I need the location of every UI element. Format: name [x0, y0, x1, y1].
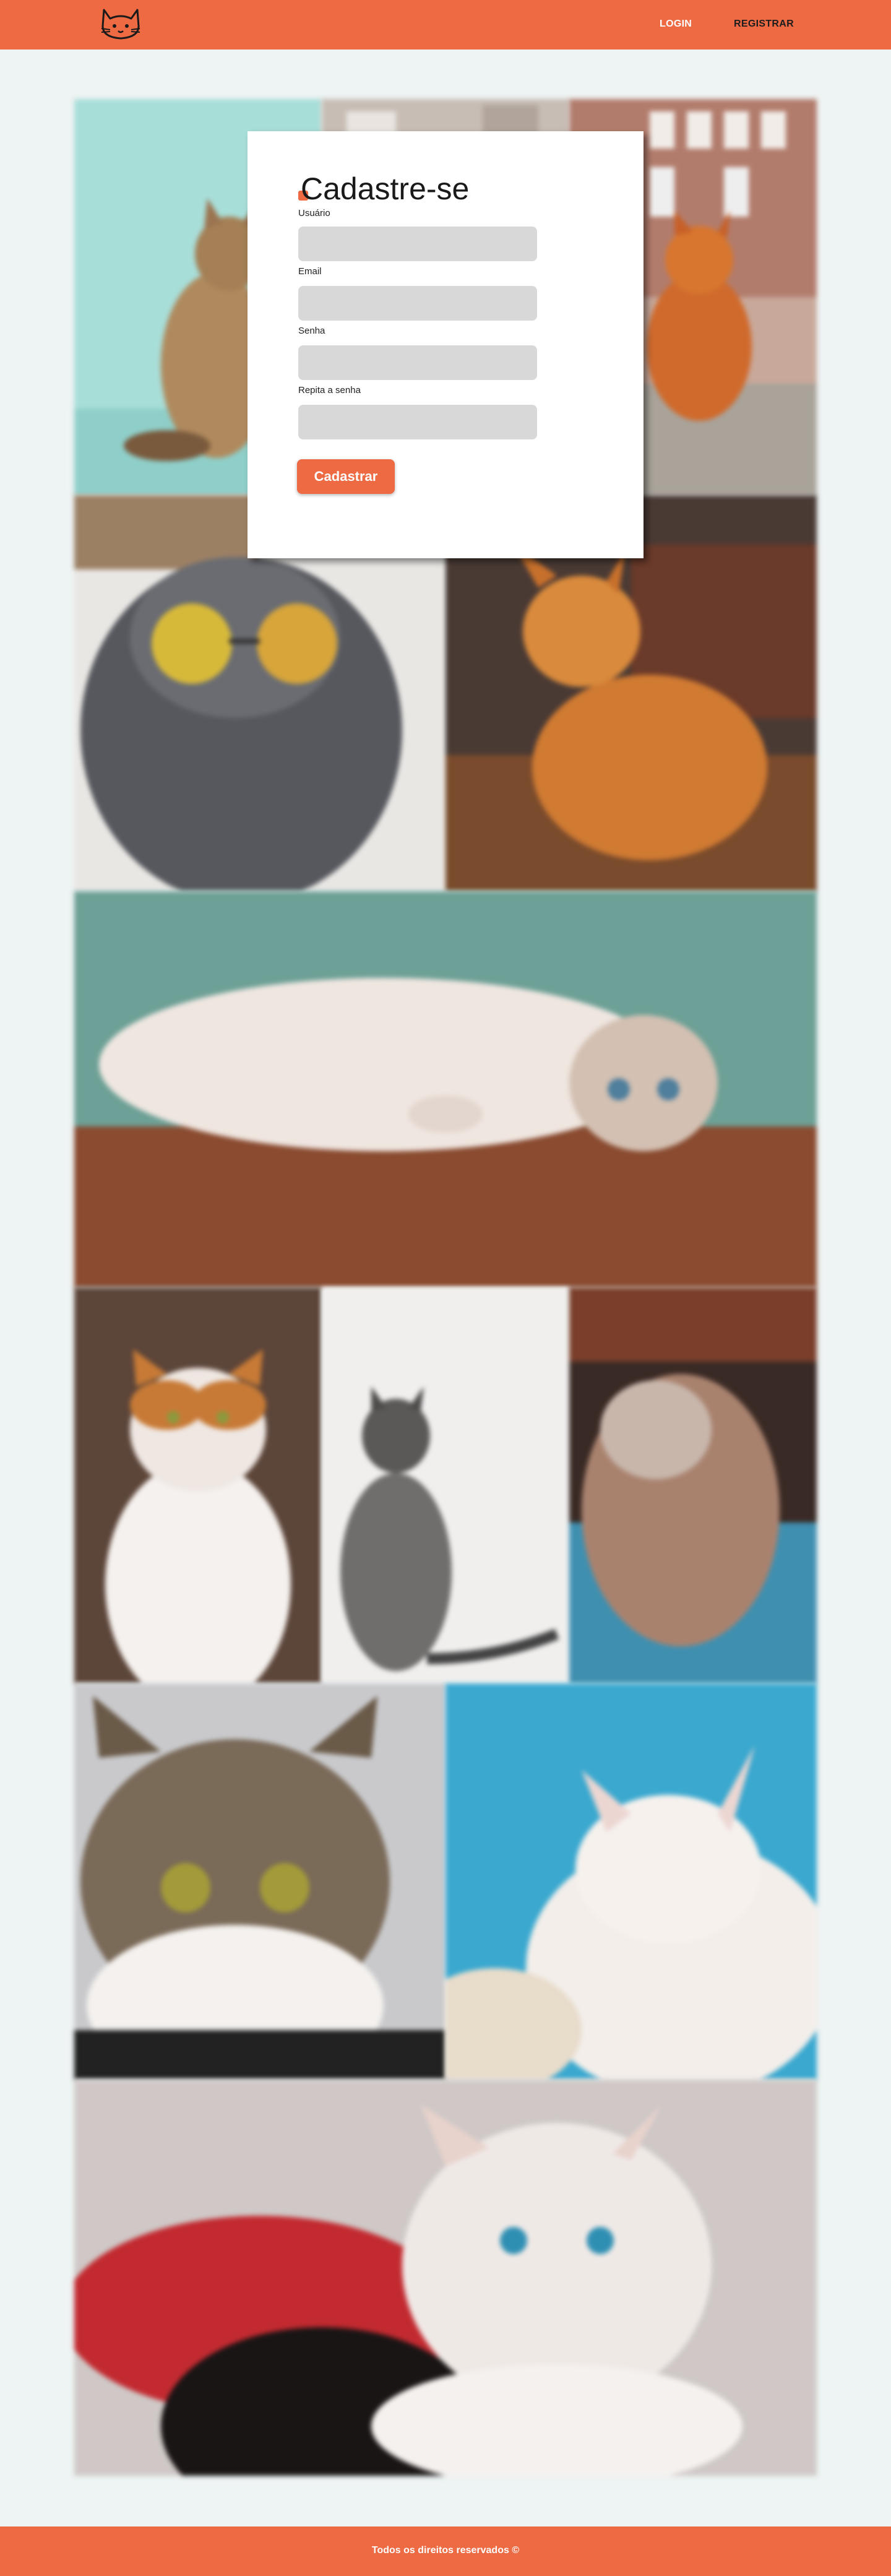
repeat-password-label: Repita a senha — [298, 385, 361, 395]
register-card: Cadastre-se Usuário Email Senha Repita a… — [248, 131, 644, 558]
cat-photo-6 — [74, 1287, 322, 1683]
cat-photo-5 — [74, 891, 817, 1287]
email-field[interactable] — [298, 286, 537, 321]
register-submit-button[interactable]: Cadastrar — [297, 459, 395, 494]
copyright-text: Todos os direitos reservados © — [371, 2545, 520, 2556]
username-label: Usuário — [298, 208, 330, 218]
cat-photo-9 — [74, 1683, 446, 2080]
nav-login-link[interactable]: LOGIN — [660, 19, 692, 30]
password-field[interactable] — [298, 345, 537, 380]
register-title: Cadastre-se — [301, 171, 470, 206]
cat-photo-11 — [74, 2080, 817, 2476]
cat-photo-10 — [446, 1683, 817, 2080]
repeat-password-field[interactable] — [298, 405, 537, 439]
username-field[interactable] — [298, 227, 537, 261]
cat-photo-8 — [569, 1287, 817, 1683]
password-label: Senha — [298, 326, 325, 336]
email-label: Email — [298, 266, 322, 277]
site-header: LOGIN REGISTRAR — [0, 0, 891, 50]
site-footer: Todos os direitos reservados © — [0, 2526, 891, 2576]
nav-register-link[interactable]: REGISTRAR — [734, 19, 794, 30]
cat-photo-7 — [322, 1287, 569, 1683]
cat-face-icon[interactable] — [99, 6, 142, 42]
